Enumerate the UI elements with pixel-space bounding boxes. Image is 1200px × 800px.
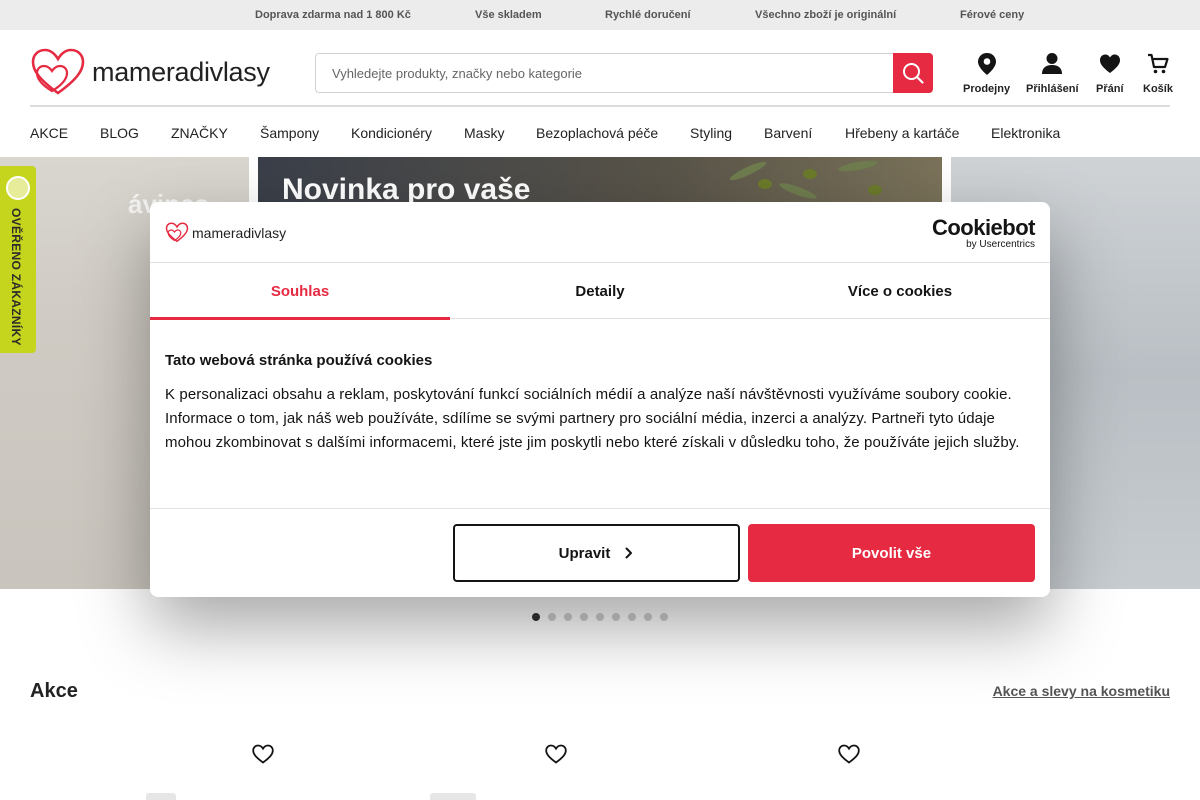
wishlist-link[interactable]: Přání xyxy=(1096,52,1124,95)
slider-dot[interactable] xyxy=(564,613,572,621)
site-header: mameradivlasy Prodejny Přihlášení Přání xyxy=(0,30,1200,106)
allow-all-button[interactable]: Povolit vše xyxy=(748,524,1035,582)
customize-button-label: Upravit xyxy=(558,544,611,562)
slider-dots xyxy=(532,613,668,621)
tab-consent[interactable]: Souhlas xyxy=(150,263,450,320)
chevron-right-icon xyxy=(625,547,633,559)
tab-about-cookies-label: Více o cookies xyxy=(847,282,953,300)
wishlist-heart-icon[interactable] xyxy=(252,744,274,764)
olive-graphic xyxy=(868,185,882,195)
cookie-dialog-text: K personalizaci obsahu a reklam, poskyto… xyxy=(165,386,1020,451)
tab-details-label: Detaily xyxy=(575,282,625,300)
nav-item-bezoplachova-pece[interactable]: Bezoplachová péče xyxy=(536,125,658,141)
wishlist-heart-icon[interactable] xyxy=(545,744,567,764)
nav-item-blog[interactable]: BLOG xyxy=(100,125,139,141)
cookie-dialog-body: Tato webová stránka používá cookies K pe… xyxy=(165,352,1035,455)
verified-seal-icon xyxy=(6,176,30,200)
nav-item-elektronika[interactable]: Elektronika xyxy=(991,125,1060,141)
logo-hearts-icon xyxy=(165,222,189,243)
cookiebot-subtitle: by Usercentrics xyxy=(966,239,1035,250)
nav-item-akce[interactable]: AKCE xyxy=(30,125,68,141)
cart-link[interactable]: Košík xyxy=(1143,52,1173,95)
nav-item-styling[interactable]: Styling xyxy=(690,125,732,141)
wishlist-heart-icon[interactable] xyxy=(838,744,860,764)
slider-dot[interactable] xyxy=(612,613,620,621)
wishlist-label: Přání xyxy=(1096,83,1124,95)
nav-item-kondicionery[interactable]: Kondicionéry xyxy=(351,125,432,141)
section-all-link[interactable]: Akce a slevy na kosmetiku xyxy=(993,683,1170,699)
cookie-dialog-header: mameradivlasy Cookiebot by Usercentrics xyxy=(150,202,1050,263)
top-info-bar: Doprava zdarma nad 1 800 Kč Vše skladem … xyxy=(0,0,1200,30)
cart-label: Košík xyxy=(1143,83,1173,95)
stores-link[interactable]: Prodejny xyxy=(963,52,1010,95)
cookie-tabs: Souhlas Detaily Více o cookies xyxy=(150,263,1050,320)
cookie-dialog-footer: Upravit Povolit vše xyxy=(150,508,1050,597)
nav-item-znacky[interactable]: ZNAČKY xyxy=(171,125,228,141)
slider-dot[interactable] xyxy=(548,613,556,621)
slider-dot[interactable] xyxy=(580,613,588,621)
nav-item-sampony[interactable]: Šampony xyxy=(260,125,319,141)
logo-text: mameradivlasy xyxy=(92,56,270,87)
cart-icon xyxy=(1147,53,1169,74)
tab-about-cookies[interactable]: Více o cookies xyxy=(750,263,1050,319)
nav-item-hrebeny[interactable]: Hřebeny a kartáče xyxy=(845,125,959,141)
topbar-free-shipping: Doprava zdarma nad 1 800 Kč xyxy=(255,9,411,21)
nav-item-barveni[interactable]: Barvení xyxy=(764,125,812,141)
nav-item-masky[interactable]: Masky xyxy=(464,125,504,141)
slider-dot[interactable] xyxy=(628,613,636,621)
topbar-fair-prices: Férové ceny xyxy=(960,9,1025,21)
site-logo[interactable]: mameradivlasy xyxy=(30,47,285,97)
search-box xyxy=(315,53,933,93)
slider-dot[interactable] xyxy=(596,613,604,621)
allow-all-button-label: Povolit vše xyxy=(851,544,932,562)
heart-icon xyxy=(1099,54,1120,73)
main-nav: AKCE BLOG ZNAČKY Šampony Kondicionéry Ma… xyxy=(0,107,1200,157)
topbar-in-stock: Vše skladem xyxy=(475,9,542,21)
slider-dot[interactable] xyxy=(532,613,540,621)
slider-dot[interactable] xyxy=(644,613,652,621)
verified-badge-label: OVĚŘENO ZÁKAZNÍKY xyxy=(9,208,23,346)
login-link[interactable]: Přihlášení xyxy=(1026,52,1079,95)
stores-label: Prodejny xyxy=(963,83,1011,95)
tab-details[interactable]: Detaily xyxy=(450,263,750,319)
logo-hearts-icon xyxy=(31,48,85,95)
cookiebot-logo[interactable]: Cookiebot by Usercentrics xyxy=(931,215,1036,251)
user-icon xyxy=(1042,53,1063,74)
cookie-consent-dialog: mameradivlasy Cookiebot by Usercentrics … xyxy=(150,202,1050,597)
topbar-original-goods: Všechno zboží je originální xyxy=(755,9,897,21)
search-input[interactable] xyxy=(316,54,894,92)
olive-graphic xyxy=(803,169,817,179)
product-image[interactable] xyxy=(430,793,476,800)
active-tab-indicator xyxy=(150,317,450,320)
cookiebot-name: Cookiebot xyxy=(931,215,1036,240)
product-image[interactable] xyxy=(146,793,176,800)
location-pin-icon xyxy=(977,53,996,75)
login-label: Přihlášení xyxy=(1026,83,1079,95)
cookie-dialog-title: Tato webová stránka používá cookies xyxy=(165,352,433,369)
search-icon xyxy=(903,63,924,84)
tab-consent-label: Souhlas xyxy=(270,282,330,300)
cookie-dialog-logo-text: mameradivlasy xyxy=(192,224,287,241)
search-button[interactable] xyxy=(893,53,933,93)
olive-graphic xyxy=(758,179,772,189)
topbar-fast-delivery: Rychlé doručení xyxy=(605,9,691,21)
customize-button[interactable]: Upravit xyxy=(453,524,740,582)
cookie-dialog-logo: mameradivlasy xyxy=(165,222,286,243)
verified-customers-badge[interactable]: OVĚŘENO ZÁKAZNÍKY xyxy=(0,166,36,353)
section-title: Akce xyxy=(30,680,78,702)
slider-dot[interactable] xyxy=(660,613,668,621)
